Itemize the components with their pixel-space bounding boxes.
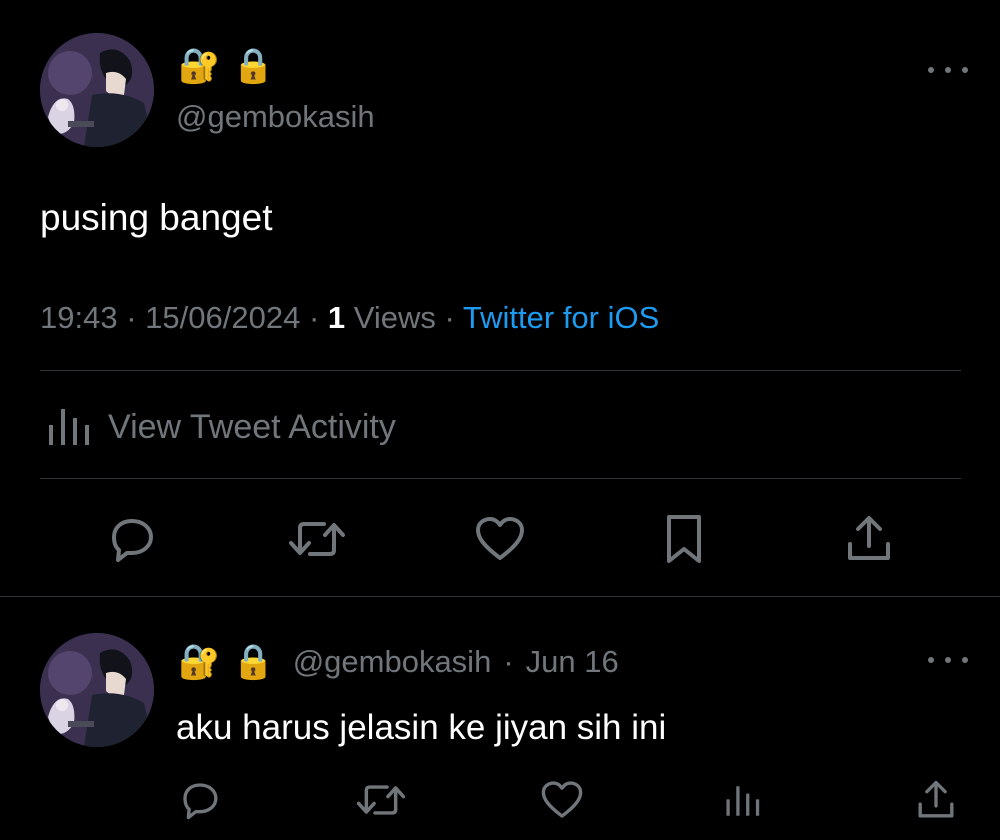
like-button[interactable]: [538, 778, 586, 822]
retweet-button[interactable]: [287, 514, 347, 564]
retweet-button[interactable]: [355, 778, 407, 822]
reply-date[interactable]: Jun 16: [526, 642, 619, 682]
analytics-button[interactable]: [722, 780, 762, 822]
like-button[interactable]: [472, 514, 528, 564]
tweet-text: pusing banget: [40, 197, 273, 238]
views-label: Views: [353, 300, 436, 335]
locked-with-key-emoji: 🔐: [178, 642, 221, 682]
meta-separator: ·: [126, 300, 137, 335]
lock-emoji: 🔒: [232, 642, 275, 682]
bookmark-button[interactable]: [660, 512, 708, 566]
meta-separator: ·: [503, 644, 514, 679]
divider: [40, 370, 961, 371]
meta-separator: ·: [308, 300, 320, 335]
more-icon[interactable]: [928, 650, 968, 670]
views-count: 1: [327, 300, 346, 335]
meta-separator: ·: [444, 300, 455, 335]
heart-icon: [541, 781, 583, 818]
heart-icon: [476, 517, 524, 560]
tweet-source-link[interactable]: Twitter for iOS: [463, 300, 659, 335]
divider: [40, 478, 961, 479]
view-tweet-activity-label: View Tweet Activity: [108, 408, 396, 446]
retweet-icon: [289, 522, 345, 556]
more-icon[interactable]: [928, 60, 968, 80]
tweet-separator: [0, 596, 1000, 597]
reply-button[interactable]: [176, 778, 224, 822]
avatar-image: [40, 633, 154, 747]
share-icon: [918, 780, 954, 818]
name-emojis: 🔐 🔒: [178, 46, 275, 86]
reply-button[interactable]: [104, 514, 160, 564]
locked-with-key-emoji: 🔐: [178, 46, 221, 86]
bookmark-icon: [667, 515, 701, 563]
share-button[interactable]: [914, 778, 958, 822]
lock-emoji: 🔒: [232, 46, 275, 86]
user-handle[interactable]: @gembokasih: [176, 98, 375, 136]
avatar[interactable]: [40, 33, 154, 147]
view-tweet-activity[interactable]: View Tweet Activity: [46, 404, 396, 450]
tweet-meta: 19:43 · 15/06/2024 · 1 Views · Twitter f…: [40, 298, 659, 338]
tweet-date: 15/06/2024: [145, 300, 301, 335]
tweet-time: 19:43: [40, 300, 118, 335]
analytics-icon: [726, 786, 760, 816]
avatar-image: [40, 33, 154, 147]
reply-header: 🔐 🔒 @gembokasih · Jun 16: [178, 640, 619, 684]
retweet-icon: [356, 785, 406, 815]
analytics-icon: [49, 409, 89, 445]
reply-handle[interactable]: @gembokasih: [293, 642, 492, 682]
share-icon: [848, 516, 890, 560]
share-button[interactable]: [842, 512, 896, 566]
reply-text: aku harus jelasin ke jiyan sih ini: [176, 708, 667, 747]
reply-icon: [112, 519, 153, 562]
avatar[interactable]: [40, 633, 154, 747]
reply-icon: [183, 783, 218, 820]
